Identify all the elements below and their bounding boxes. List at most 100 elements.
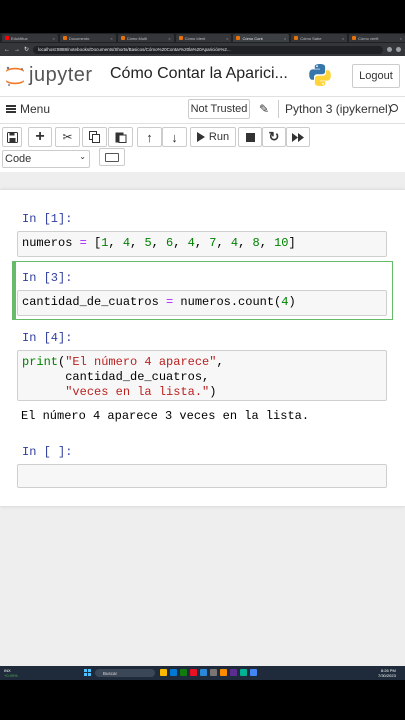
app-icon[interactable] [230,669,237,676]
tab-label: EduMitux [11,35,28,41]
forward-icon[interactable]: → [14,47,20,53]
clock[interactable]: 8:26 PM 7/30/2023 [378,668,396,678]
copy-button[interactable] [82,127,107,147]
move-up-button[interactable]: ↑ [137,127,162,147]
scissors-icon: ✂ [62,130,73,144]
copy-icon [88,131,100,143]
restart-icon: ↻ [268,129,280,144]
close-icon[interactable]: × [168,36,170,41]
tab-favicon-icon [236,36,241,40]
restart-button[interactable]: ↻ [262,127,286,147]
app-icon[interactable] [180,669,187,676]
run-button[interactable]: Run [190,127,236,147]
back-icon[interactable]: ← [4,47,10,53]
run-label: Run [208,131,230,143]
code-line: print("El número 4 aparece", [22,355,224,369]
code-line: "veces en la lista.") [65,385,217,399]
profile-icon[interactable] [396,47,401,52]
cell-output: El número 4 aparece 3 veces en la lista. [21,409,310,423]
save-button[interactable] [2,127,22,147]
cut-button[interactable]: ✂ [55,127,80,147]
notebook-toolbar: + ✂ ↑ ↓ Run ↻ Code ⌄ [0,124,405,173]
tab-favicon-icon [352,36,357,40]
windows-start-icon[interactable] [84,669,91,676]
stock-widget[interactable]: INX +0.99% [4,668,18,678]
app-icon[interactable] [170,669,177,676]
tab-favicon-icon [62,36,67,40]
stock-change: +0.99% [4,673,18,678]
code-line: numeros = [1, 4, 5, 6, 4, 7, 4, 8, 10] [22,236,296,250]
interrupt-button[interactable] [238,127,262,147]
close-icon[interactable]: × [400,36,402,41]
close-icon[interactable]: × [284,36,286,41]
keyboard-icon [105,152,119,162]
paste-icon [115,132,126,143]
app-icon[interactable] [200,669,207,676]
tab-label: Documento [68,35,90,41]
browser-tab[interactable]: Cómo Sabe × [291,34,348,42]
tab-label: Cómo Sabe [300,35,322,41]
notebook-title[interactable]: Cómo Contar la Aparici... [110,65,288,83]
cell-prompt: In [ ]: [22,445,73,459]
taskbar-search[interactable]: Buscar [95,669,155,677]
browser-tab[interactable]: EduMitux × [2,34,58,42]
arrow-up-icon: ↑ [146,129,153,145]
browser-tab[interactable]: Cómo Cont × [233,34,290,42]
tab-favicon-icon [120,36,125,40]
cell-type-select[interactable]: Code ⌄ [2,150,90,168]
close-icon[interactable]: × [110,36,112,41]
close-icon[interactable]: × [342,36,344,41]
play-icon [196,132,205,142]
kernel-name[interactable]: Python 3 (ipykernel) [285,102,392,116]
cell-type-value: Code [5,153,32,165]
command-palette-button[interactable] [99,148,125,166]
code-text: numeros = [1, 4, 5, 6, 4, 7, 4, 8, 10] [22,236,296,250]
browser-tab[interactable]: Cómo verifi × [349,34,405,42]
cell-prompt: In [1]: [22,212,73,226]
logout-button[interactable]: Logout [352,64,400,88]
not-trusted-button[interactable]: Not Trusted [188,99,250,119]
close-icon[interactable]: × [226,36,228,41]
browser-tab[interactable]: Documento × [59,34,116,42]
address-input[interactable]: localhost:8888/notebooks/Documents/Short… [33,45,383,54]
jupyter-logo[interactable]: jupyter [5,64,93,87]
insert-cell-button[interactable]: + [28,127,52,147]
arrow-down-icon: ↓ [171,129,178,145]
tab-label: Cómo verifi [358,35,379,41]
restart-run-all-button[interactable] [286,127,310,147]
pencil-icon[interactable]: ✎ [259,102,269,116]
code-cell-input[interactable]: print("El número 4 aparece", cantidad_de… [17,350,387,401]
reload-icon[interactable]: ↻ [24,46,29,53]
menu-button[interactable]: Menu [6,102,50,116]
code-line: cantidad_de_cuatros = numeros.count(4) [22,295,296,309]
app-icon[interactable] [160,669,167,676]
browser-tab-strip: EduMitux × Documento × Cómo Multi × Cómo Ident… [0,33,405,43]
tab-label: Cómo Cont [242,35,263,41]
tab-favicon-icon [294,36,299,40]
paste-button[interactable] [108,127,133,147]
app-icon[interactable] [220,669,227,676]
tab-label: Cómo Ident [184,35,206,41]
extension-icon[interactable] [387,47,392,52]
close-icon[interactable]: × [53,36,55,41]
app-icon[interactable] [210,669,217,676]
code-cell-input[interactable]: cantidad_de_cuatros = numeros.count(4) [17,290,387,316]
save-icon [6,131,18,143]
chevron-down-icon: ⌄ [79,152,86,161]
os-taskbar: INX +0.99% Buscar 8:26 PM 7/30/2023 [0,666,405,680]
taskbar-apps [160,669,257,676]
stop-icon [245,132,255,142]
kernel-status-icon [390,104,398,112]
move-down-button[interactable]: ↓ [162,127,187,147]
browser-tab[interactable]: Cómo Ident × [175,34,232,42]
plus-icon: + [35,128,45,145]
code-cell-input[interactable]: numeros = [1, 4, 5, 6, 4, 7, 4, 8, 10] [17,231,387,257]
code-cell-input-empty[interactable] [17,464,387,488]
cell-prompt: In [3]: [22,271,73,285]
notebook-container: In [1]: numeros = [1, 4, 5, 6, 4, 7, 4, … [0,190,405,506]
app-icon[interactable] [240,669,247,676]
app-icon[interactable] [190,669,197,676]
app-icon[interactable] [250,669,257,676]
browser-tab[interactable]: Cómo Multi × [117,34,174,42]
tab-favicon-icon [178,36,183,40]
